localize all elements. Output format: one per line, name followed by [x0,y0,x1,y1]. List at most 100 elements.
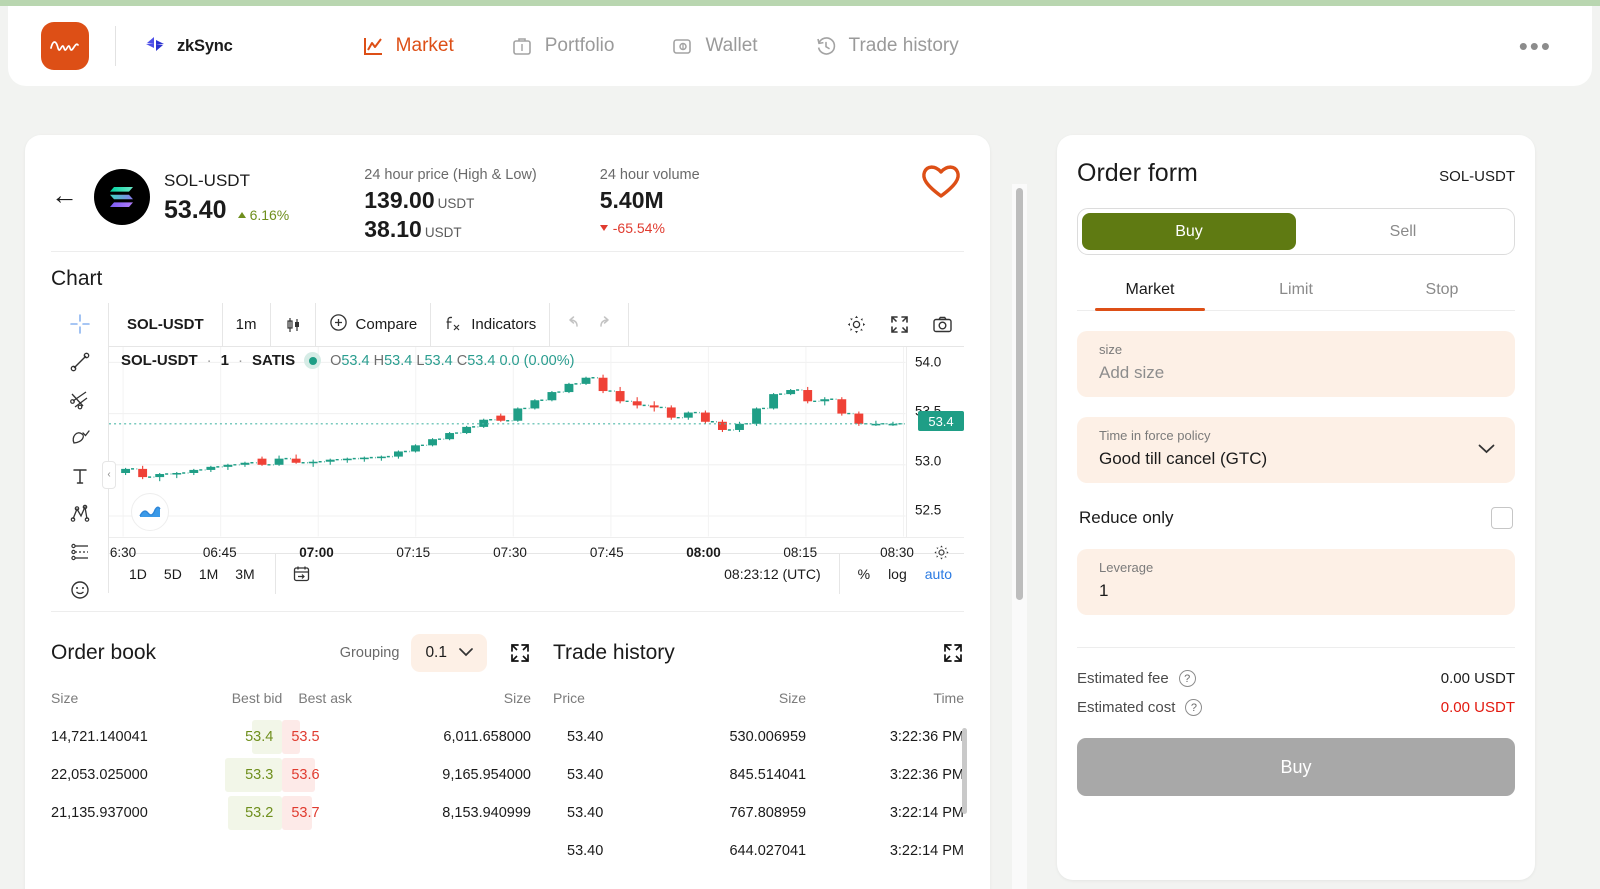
arc-shape-icon[interactable] [65,427,95,449]
bid-price[interactable]: 53.3 [203,756,283,794]
main-body: ← SOL-USDT 53.40 6.16% 24 hour price (Hi… [0,92,1600,889]
emoji-icon[interactable] [65,579,95,601]
compare-label: Compare [355,316,418,333]
trend-line-icon[interactable] [65,351,95,373]
trade-history-scrollbar[interactable] [962,728,967,814]
candlestick-icon[interactable] [269,302,315,347]
bid-price[interactable]: 53.2 [203,794,283,832]
range-3M[interactable]: 3M [235,566,254,582]
leverage-input[interactable]: 1 [1099,581,1493,601]
chart-provider-logo-icon[interactable] [131,492,169,531]
buy-toggle-button[interactable]: Buy [1082,213,1296,250]
redo-icon[interactable] [596,314,615,335]
log-scale-toggle[interactable]: log [888,566,907,582]
nav-item-wallet[interactable]: Wallet [642,34,785,58]
volume-change-value: -65.54% [612,220,665,236]
chart-drawing-toolbar [51,303,109,599]
nav-item-market[interactable]: Market [333,34,482,58]
leverage-field[interactable]: Leverage 1 [1077,549,1515,615]
page-scrollbar-thumb[interactable] [1016,188,1023,600]
brand-zksync[interactable]: zkSync [142,35,233,58]
compare-button[interactable]: Compare [314,302,431,347]
estimated-fee-value: 0.00 USDT [1440,670,1515,687]
price-axis[interactable]: 54.053.553.052.5 [906,347,964,537]
calendar-icon[interactable] [274,553,327,594]
fullscreen-icon[interactable] [878,303,921,347]
time-tick: 07:00 [299,544,334,560]
chevron-down-icon[interactable] [1478,441,1495,459]
undo-icon[interactable] [563,314,582,335]
wave-logo-icon[interactable] [41,22,89,70]
order-book-row[interactable]: 21,135.937000 53.2 53.7 8,153.940999 [51,794,531,832]
ask-size: 8,153.940999 [442,805,531,821]
grouping-select[interactable]: 0.1 [411,634,487,672]
range-1M[interactable]: 1M [199,566,218,582]
indicators-label: Indicators [471,316,537,333]
chart-panel-collapse-handle[interactable]: ‹ [102,460,116,489]
ask-price[interactable]: 53.7 [282,794,391,832]
time-axis-gear-icon[interactable] [933,544,950,566]
trade-history-row[interactable]: 53.40 767.808959 3:22:14 PM [553,794,964,832]
zksync-icon [142,35,168,58]
trade-size: 767.808959 [729,805,807,821]
tab-stop[interactable]: Stop [1369,269,1515,310]
submit-order-button[interactable]: Buy [1077,738,1515,796]
fib-fork-icon[interactable] [65,389,95,411]
legend-marker-icon [304,352,322,369]
order-book-expand-icon[interactable] [509,642,531,664]
size-field[interactable]: size Add size [1077,331,1515,397]
chart-clock: 08:23:12 (UTC) [724,565,821,582]
chart-interval[interactable]: 1m [221,302,270,347]
ask-price[interactable]: 53.5 [282,718,391,756]
order-book-header: Order book Grouping 0.1 [51,632,531,674]
size-input[interactable]: Add size [1099,363,1493,383]
trade-price: 53.40 [567,843,604,859]
range-1D[interactable]: 1D [129,566,147,582]
trade-history-panel: Trade history Price Size Time 53.40 530.… [553,632,967,870]
legend-h: 53.4 [384,352,413,369]
crosshair-icon[interactable] [65,313,95,335]
sell-toggle-button[interactable]: Sell [1296,213,1510,250]
back-arrow-icon[interactable]: ← [51,182,78,209]
order-form-divider [1077,647,1515,648]
bid-price[interactable]: 53.4 [203,718,283,756]
tab-limit[interactable]: Limit [1223,269,1369,310]
more-options-icon[interactable]: ••• [1519,33,1552,59]
indicators-button[interactable]: Indicators [430,302,549,347]
camera-icon[interactable] [921,303,964,347]
reduce-only-checkbox[interactable] [1491,507,1513,529]
percent-scale-toggle[interactable]: % [858,566,870,582]
time-in-force-label: Time in force policy [1099,428,1211,443]
legend-interval: 1 [220,352,230,369]
pattern-icon[interactable] [65,503,95,525]
question-mark-icon[interactable]: ? [1178,670,1196,687]
estimated-cost-label: Estimated cost [1077,699,1176,716]
gear-icon[interactable] [835,303,878,347]
time-axis[interactable]: 6:30 06:45 07:00 07:15 07:30 07:45 08:00 08:15 0… [109,536,964,560]
trade-history-row[interactable]: 53.40 530.006959 3:22:36 PM [553,718,964,756]
order-book-row[interactable]: 22,053.025000 53.3 53.6 9,165.954000 [51,756,531,794]
auto-scale-toggle[interactable]: auto [925,566,952,582]
ask-price[interactable]: 53.6 [282,756,391,794]
time-tick: 08:00 [686,544,721,560]
text-tool-icon[interactable] [65,465,95,487]
measure-icon[interactable] [65,541,95,563]
order-form-title: Order form [1077,159,1198,187]
trade-history-expand-icon[interactable] [942,642,964,664]
order-book-row[interactable]: 14,721.140041 53.4 53.5 6,011.658000 [51,718,531,756]
tab-market[interactable]: Market [1077,269,1223,311]
chart-symbol[interactable]: SOL-USDT [109,316,222,333]
nav-item-portfolio[interactable]: Portfolio [482,34,643,58]
estimated-fee-row: Estimated fee ? 0.00 USDT [1077,670,1515,687]
chart-widget: SOL-USDT 1m Compare Indicators SOL-USDT … [51,302,964,599]
question-mark-icon[interactable]: ? [1185,699,1203,716]
app-header: zkSync Market Portfolio Wallet Trade his… [8,6,1592,86]
chart-plot[interactable]: SOL-USDT · 1 · SATIS O53.4 H53.4 L53.4 C… [102,347,964,537]
heart-icon[interactable] [920,162,962,205]
trade-history-row[interactable]: 53.40 644.027041 3:22:14 PM [553,832,964,870]
range-5D[interactable]: 5D [164,566,182,582]
time-tick: 06:45 [202,544,237,560]
time-in-force-field[interactable]: Time in force policy Good till cancel (G… [1077,417,1515,483]
nav-item-trade-history[interactable]: Trade history [786,34,987,58]
trade-history-row[interactable]: 53.40 845.514041 3:22:36 PM [553,756,964,794]
